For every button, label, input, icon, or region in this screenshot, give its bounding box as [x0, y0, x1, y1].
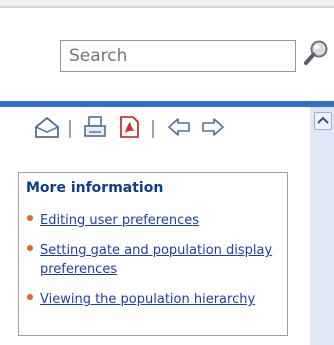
bullet-icon — [27, 294, 33, 300]
gate-population-display-preferences-link[interactable]: Setting gate and population display pref… — [40, 241, 282, 279]
print-icon[interactable] — [82, 114, 108, 140]
pdf-icon[interactable] — [116, 114, 142, 140]
list-item: Setting gate and population display pref… — [27, 241, 282, 279]
more-information-title: More information — [26, 180, 164, 196]
bullet-icon — [27, 245, 33, 251]
list-item: Editing user preferences — [27, 211, 282, 230]
toolbar — [0, 110, 300, 146]
list-item: Viewing the population hierarchy — [27, 290, 282, 309]
back-arrow-icon[interactable] — [166, 114, 192, 140]
search-icon[interactable] — [301, 38, 331, 68]
toolbar-separator — [69, 120, 71, 138]
editing-user-preferences-link[interactable]: Editing user preferences — [40, 211, 282, 230]
top-divider — [0, 6, 334, 8]
scroll-up-button[interactable] — [314, 112, 332, 130]
home-icon[interactable] — [34, 114, 60, 140]
toolbar-separator — [152, 120, 154, 138]
bullet-icon — [27, 215, 33, 221]
population-hierarchy-link[interactable]: Viewing the population hierarchy — [40, 290, 282, 309]
chevron-up-icon — [317, 116, 329, 124]
vertical-scrollbar[interactable] — [310, 107, 334, 345]
forward-arrow-icon[interactable] — [200, 114, 226, 140]
search-input[interactable] — [60, 40, 296, 72]
accent-bar — [0, 101, 334, 107]
more-information-panel: More information Editing user preference… — [18, 172, 288, 336]
